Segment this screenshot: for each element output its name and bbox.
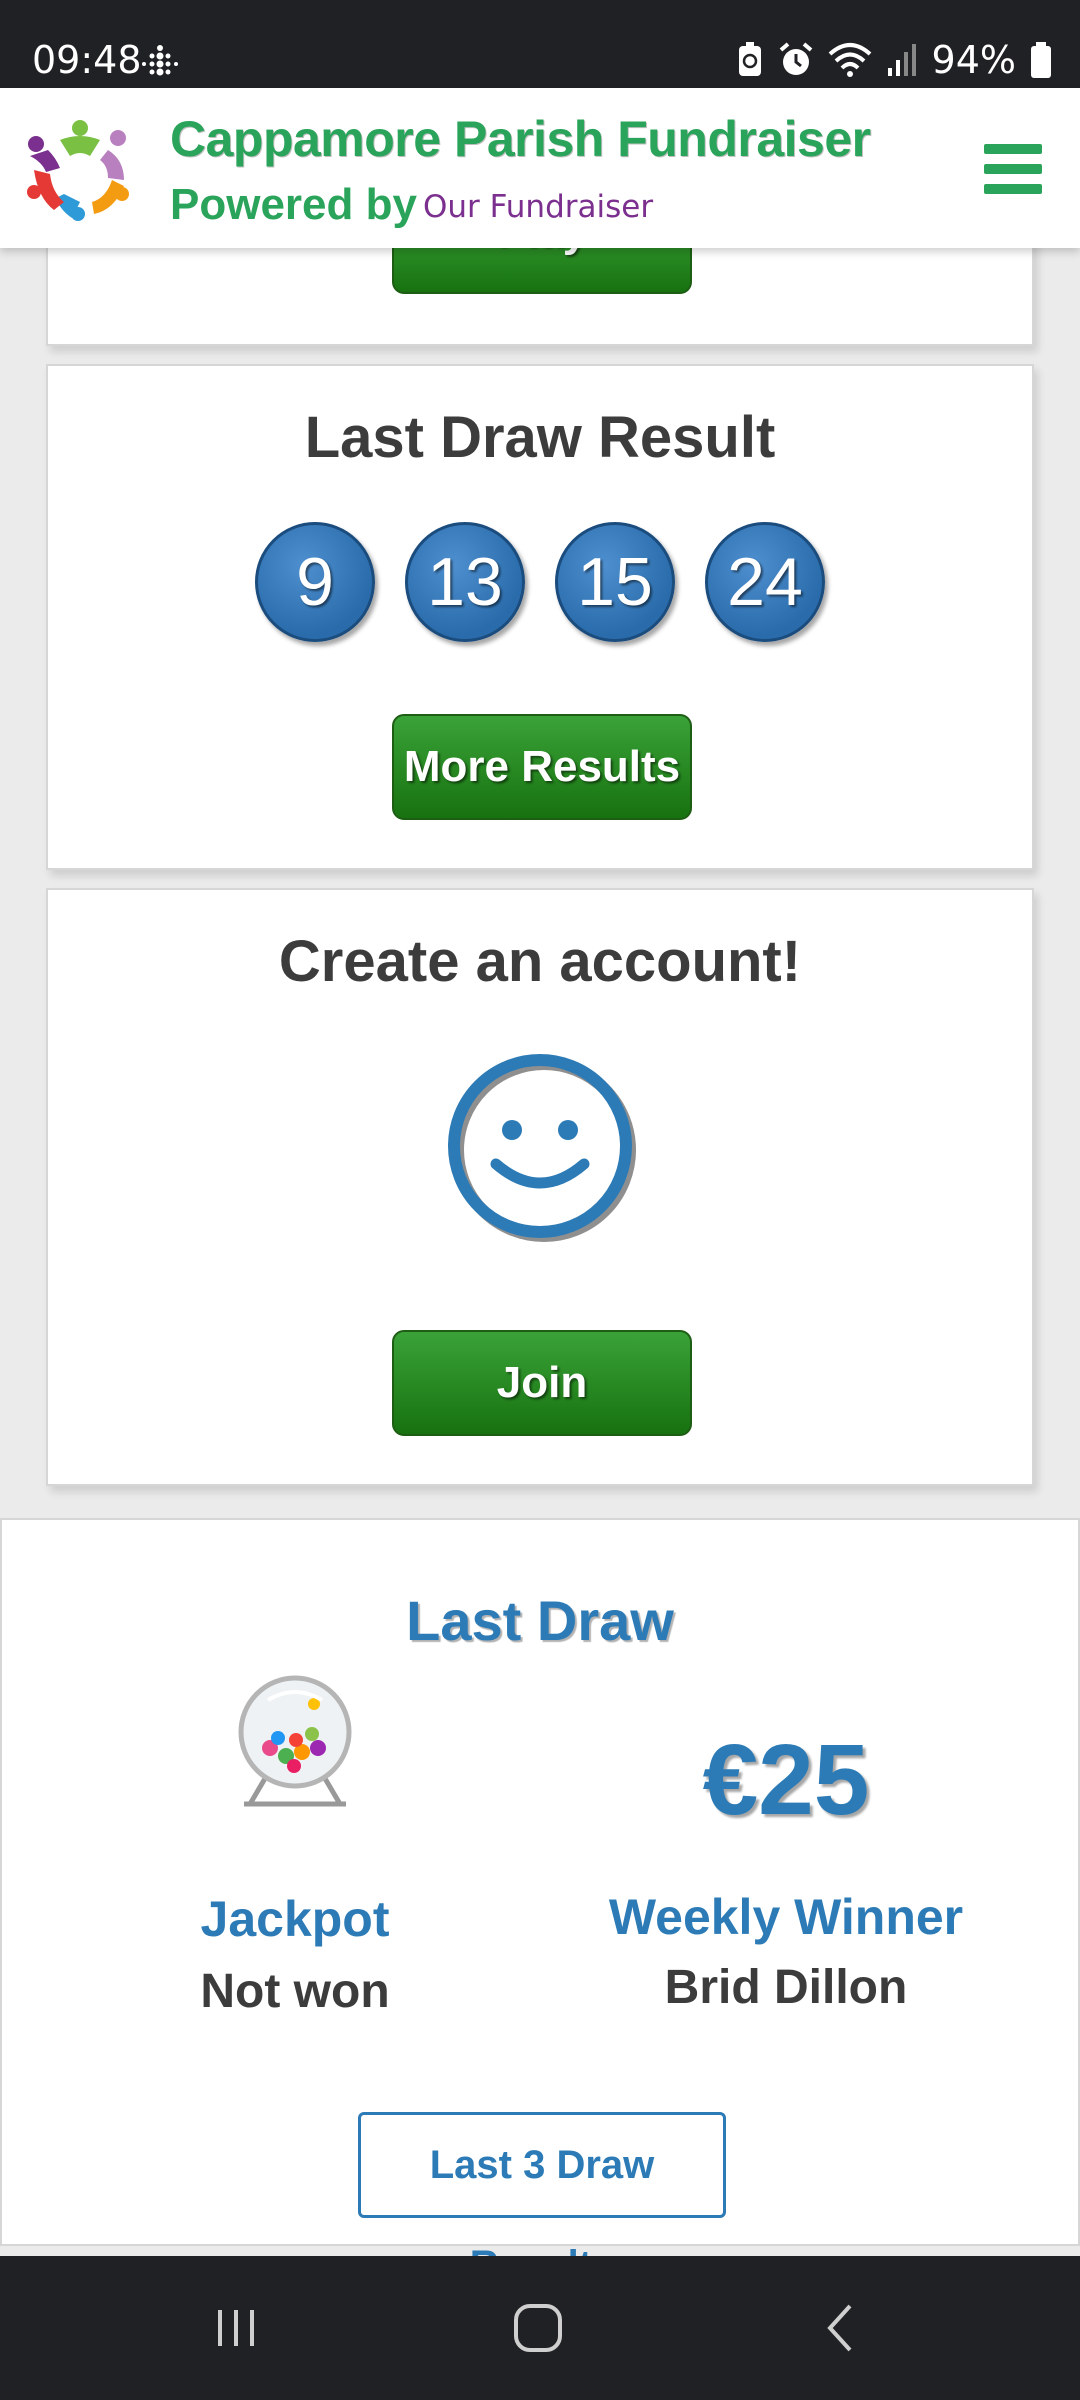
last-draw-section: Last Draw €25 Jackpot Weekly Winner Not … [0,1518,1080,2287]
site-header: Cappamore Parish Fundraiser Powered by O… [0,88,1080,248]
lottery-drum-icon [238,1675,352,1807]
weekly-winner-name: Brid Dillon [664,1961,908,2014]
hamburger-menu-icon[interactable] [984,144,1042,194]
recent-apps-icon[interactable] [206,2298,266,2358]
home-icon[interactable] [508,2298,568,2358]
system-nav-bar [0,2256,1080,2400]
fundraiser-logo[interactable] [20,110,140,228]
number-ball: 13 [405,522,525,642]
last-draw-title: Last Draw [406,1589,674,1652]
last-draw-result-title: Last Draw Result [304,405,776,470]
battery-saver-icon [738,42,761,76]
create-account-title: Create an account! [278,929,802,994]
create-account-card: Create an account! Join [46,888,1034,1486]
alarm-icon [779,42,812,75]
fitbit-icon [142,45,178,76]
smiley-icon [448,1054,636,1242]
jackpot-status: Not won [200,1965,390,2018]
weekly-winner-label: Weekly Winner [608,1889,964,1945]
powered-by-label: Powered by [170,180,417,229]
status-time: 09:48 [32,38,142,82]
wifi-icon [828,43,871,77]
last-3-draw-results-button[interactable]: Last 3 Draw Results [358,2112,726,2287]
number-ball: 24 [705,522,825,642]
status-bar: 09:48 94% [0,0,1080,88]
our-fundraiser-link[interactable]: Our Fundraiser [423,189,653,225]
jackpot-label: Jackpot [200,1891,390,1947]
number-ball: 9 [255,522,375,642]
more-results-button[interactable]: More Results [392,714,692,820]
battery-percent: 94% [931,38,1016,82]
last-draw-result-card: Last Draw Result 9 13 15 24 More Results [46,364,1034,870]
battery-icon [1031,42,1051,78]
weekly-prize-amount: €25 [702,1724,870,1836]
site-title[interactable]: Cappamore Parish Fundraiser [170,110,871,168]
join-button[interactable]: Join [392,1330,692,1436]
signal-icon [887,44,916,76]
drawn-numbers: 9 13 15 24 [48,522,1032,642]
back-icon[interactable] [810,2298,870,2358]
number-ball: 15 [555,522,675,642]
